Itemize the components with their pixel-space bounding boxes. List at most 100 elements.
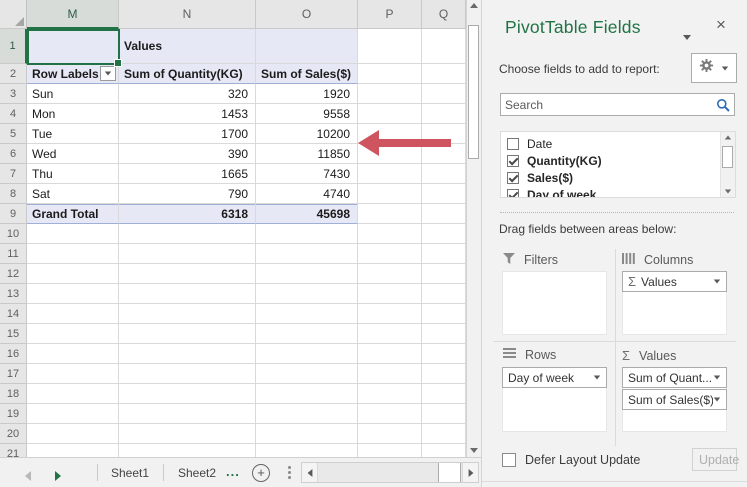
cell-M13[interactable] (27, 284, 119, 304)
cell-N8[interactable]: 790 (119, 184, 256, 204)
cell-P14[interactable] (358, 304, 422, 324)
search-icon[interactable] (716, 98, 730, 112)
cell-O16[interactable] (256, 344, 358, 364)
cell-O2[interactable]: Sum of Sales($) (256, 64, 358, 84)
field-chip-day-of-week[interactable]: Day of week (502, 367, 607, 388)
cell-M14[interactable] (27, 304, 119, 324)
field-item-date[interactable]: Date (501, 135, 735, 152)
cell-O10[interactable] (256, 224, 358, 244)
field-list-scrollbar-thumb[interactable] (722, 146, 733, 168)
cell-Q14[interactable] (422, 304, 466, 324)
row-header-5[interactable]: 5 (0, 124, 27, 144)
cell-M6[interactable]: Wed (27, 144, 119, 164)
cell-Q11[interactable] (422, 244, 466, 264)
cell-N11[interactable] (119, 244, 256, 264)
cell-M15[interactable] (27, 324, 119, 344)
column-header-N[interactable]: N (119, 0, 256, 29)
tools-button[interactable] (691, 53, 737, 83)
row-header-12[interactable]: 12 (0, 264, 27, 284)
cell-N15[interactable] (119, 324, 256, 344)
field-chip-sum-of-sales[interactable]: Sum of Sales($) (622, 389, 727, 410)
cell-N4[interactable]: 1453 (119, 104, 256, 124)
cell-N6[interactable]: 390 (119, 144, 256, 164)
sheet-tab-sheet1[interactable]: Sheet1 (103, 458, 157, 487)
cell-M19[interactable] (27, 404, 119, 424)
cell-O21[interactable] (256, 444, 358, 457)
cell-P19[interactable] (358, 404, 422, 424)
cell-P5[interactable] (358, 124, 422, 144)
cell-N20[interactable] (119, 424, 256, 444)
cell-Q21[interactable] (422, 444, 466, 457)
checkbox-checked[interactable] (507, 154, 519, 167)
row-header-1[interactable]: 1 (0, 29, 27, 64)
cell-Q10[interactable] (422, 224, 466, 244)
cell-M7[interactable]: Thu (27, 164, 119, 184)
cell-M3[interactable]: Sun (27, 84, 119, 104)
cell-O13[interactable] (256, 284, 358, 304)
row-header-13[interactable]: 13 (0, 284, 27, 304)
cell-Q8[interactable] (422, 184, 466, 204)
cell-O17[interactable] (256, 364, 358, 384)
cell-N18[interactable] (119, 384, 256, 404)
cell-O1[interactable] (256, 29, 358, 64)
row-header-18[interactable]: 18 (0, 384, 27, 404)
row-header-4[interactable]: 4 (0, 104, 27, 124)
cell-P2[interactable] (358, 64, 422, 84)
cell-M10[interactable] (27, 224, 119, 244)
cell-N10[interactable] (119, 224, 256, 244)
cell-N21[interactable] (119, 444, 256, 457)
defer-layout-checkbox[interactable] (502, 453, 516, 467)
cell-P10[interactable] (358, 224, 422, 244)
column-header-P[interactable]: P (358, 0, 422, 29)
checkbox-checked[interactable] (507, 171, 519, 184)
cell-M12[interactable] (27, 264, 119, 284)
cell-P16[interactable] (358, 344, 422, 364)
scroll-up-icon[interactable] (467, 3, 481, 8)
field-chip-sum-of-quant[interactable]: Sum of Quant... (622, 367, 727, 388)
rows-drop-zone[interactable]: Day of week (502, 367, 607, 432)
cell-M18[interactable] (27, 384, 119, 404)
cell-N2[interactable]: Sum of Quantity(KG) (119, 64, 256, 84)
cell-P11[interactable] (358, 244, 422, 264)
cell-M20[interactable] (27, 424, 119, 444)
cell-P20[interactable] (358, 424, 422, 444)
cell-N16[interactable] (119, 344, 256, 364)
cell-M2[interactable]: Row Labels (27, 64, 119, 84)
cell-P7[interactable] (358, 164, 422, 184)
cell-P17[interactable] (358, 364, 422, 384)
row-header-6[interactable]: 6 (0, 144, 27, 164)
cell-M11[interactable] (27, 244, 119, 264)
cell-P3[interactable] (358, 84, 422, 104)
cell-Q20[interactable] (422, 424, 466, 444)
cell-P6[interactable] (358, 144, 422, 164)
scroll-right-icon[interactable] (462, 463, 478, 482)
cell-Q6[interactable] (422, 144, 466, 164)
row-header-21[interactable]: 21 (0, 444, 27, 457)
row-header-17[interactable]: 17 (0, 364, 27, 384)
field-item-sales[interactable]: Sales($) (501, 169, 735, 186)
cell-N5[interactable]: 1700 (119, 124, 256, 144)
cell-M17[interactable] (27, 364, 119, 384)
row-header-8[interactable]: 8 (0, 184, 27, 204)
cell-O19[interactable] (256, 404, 358, 424)
cell-N9[interactable]: 6318 (119, 204, 256, 224)
cell-O20[interactable] (256, 424, 358, 444)
column-header-Q[interactable]: Q (422, 0, 466, 29)
horizontal-scrollbar-thumb[interactable] (438, 463, 461, 482)
cell-N19[interactable] (119, 404, 256, 424)
cell-Q19[interactable] (422, 404, 466, 424)
row-header-2[interactable]: 2 (0, 64, 27, 84)
select-all-corner[interactable] (0, 0, 27, 29)
row-header-19[interactable]: 19 (0, 404, 27, 424)
cell-N7[interactable]: 1665 (119, 164, 256, 184)
cell-Q17[interactable] (422, 364, 466, 384)
row-header-10[interactable]: 10 (0, 224, 27, 244)
cell-Q5[interactable] (422, 124, 466, 144)
search-input[interactable] (501, 97, 716, 112)
cell-Q4[interactable] (422, 104, 466, 124)
scroll-up-icon[interactable] (721, 135, 735, 140)
cell-Q1[interactable] (422, 29, 466, 64)
tab-splitter-dots[interactable] (288, 466, 291, 469)
cell-M21[interactable] (27, 444, 119, 457)
cell-N14[interactable] (119, 304, 256, 324)
